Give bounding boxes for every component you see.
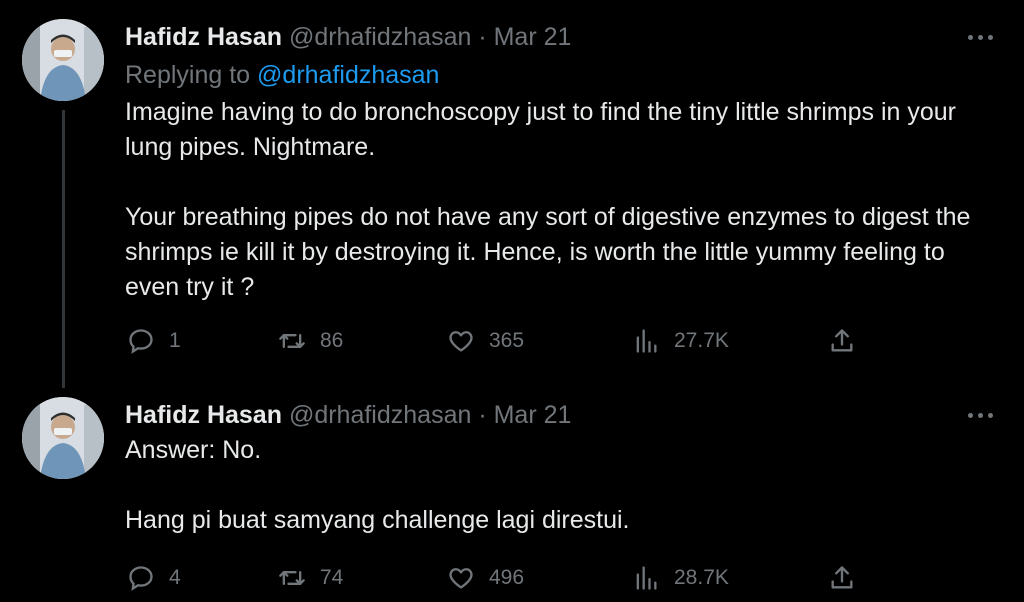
tweet-date[interactable]: Mar 21 (494, 401, 572, 429)
replying-to: Replying to @drhafidzhasan (125, 59, 439, 91)
reply-button[interactable]: 1 (127, 321, 181, 361)
tweet-paragraph: Hang pi buat samyang challenge lagi dire… (125, 506, 630, 534)
views-button[interactable]: 27.7K (632, 321, 729, 361)
avatar[interactable] (22, 19, 104, 101)
tweet-text: Imagine having to do bronchoscopy just t… (125, 95, 995, 305)
reply-bubble-icon (129, 329, 153, 354)
share-button[interactable] (828, 321, 856, 361)
like-button[interactable]: 365 (447, 321, 524, 361)
heart-icon (449, 568, 473, 589)
retweet-count: 74 (320, 566, 344, 589)
tweet-paragraph: Your breathing pipes do not have any sor… (125, 203, 971, 301)
share-upload-icon (831, 329, 853, 352)
analytics-bars-icon (636, 566, 657, 590)
retweet-button[interactable]: 86 (278, 321, 343, 361)
like-count: 496 (489, 566, 525, 589)
separator-dot: · (478, 401, 487, 429)
share-upload-icon (831, 566, 853, 589)
tweet-header: Hafidz Hasan @drhafidzhasan · Mar 21 (125, 400, 571, 430)
retweet-icon (279, 571, 305, 585)
views-count: 27.7K (674, 329, 729, 352)
views-button[interactable]: 28.7K (632, 558, 729, 598)
user-handle[interactable]: @drhafidzhasan (289, 401, 471, 429)
retweet-count: 86 (320, 329, 344, 352)
tweet-paragraph: Answer: No. (125, 436, 262, 464)
separator-dot: · (478, 23, 487, 51)
tweet-actions: 1 86 365 27.7K (0, 321, 1024, 361)
reply-button[interactable]: 4 (127, 558, 181, 598)
reply-count: 4 (169, 566, 181, 589)
user-handle[interactable]: @drhafidzhasan (289, 23, 471, 51)
avatar[interactable] (22, 397, 104, 479)
views-count: 28.7K (674, 566, 729, 589)
tweet-text: Answer: No. Hang pi buat samyang challen… (125, 433, 995, 538)
tweet-header: Hafidz Hasan @drhafidzhasan · Mar 21 (125, 22, 571, 52)
display-name[interactable]: Hafidz Hasan (125, 401, 282, 429)
tweet[interactable]: Hafidz Hasan @drhafidzhasan · Mar 21 Rep… (0, 0, 1024, 380)
retweet-icon (279, 334, 305, 348)
replying-to-mention[interactable]: @drhafidzhasan (257, 61, 439, 89)
more-options-icon[interactable] (966, 406, 996, 426)
retweet-button[interactable]: 74 (278, 558, 343, 598)
tweet-date[interactable]: Mar 21 (494, 23, 572, 51)
reply-bubble-icon (129, 566, 153, 591)
tweet[interactable]: Hafidz Hasan @drhafidzhasan · Mar 21 Ans… (0, 380, 1024, 602)
heart-icon (449, 331, 473, 352)
like-button[interactable]: 496 (447, 558, 524, 598)
display-name[interactable]: Hafidz Hasan (125, 23, 282, 51)
tweet-paragraph: Imagine having to do bronchoscopy just t… (125, 98, 956, 161)
more-options-icon[interactable] (966, 28, 996, 48)
like-count: 365 (489, 329, 525, 352)
share-button[interactable] (828, 558, 856, 598)
replying-to-label: Replying to (125, 61, 251, 89)
tweet-actions: 4 74 496 28.7K (0, 558, 1024, 598)
reply-count: 1 (169, 329, 181, 352)
analytics-bars-icon (636, 329, 657, 353)
